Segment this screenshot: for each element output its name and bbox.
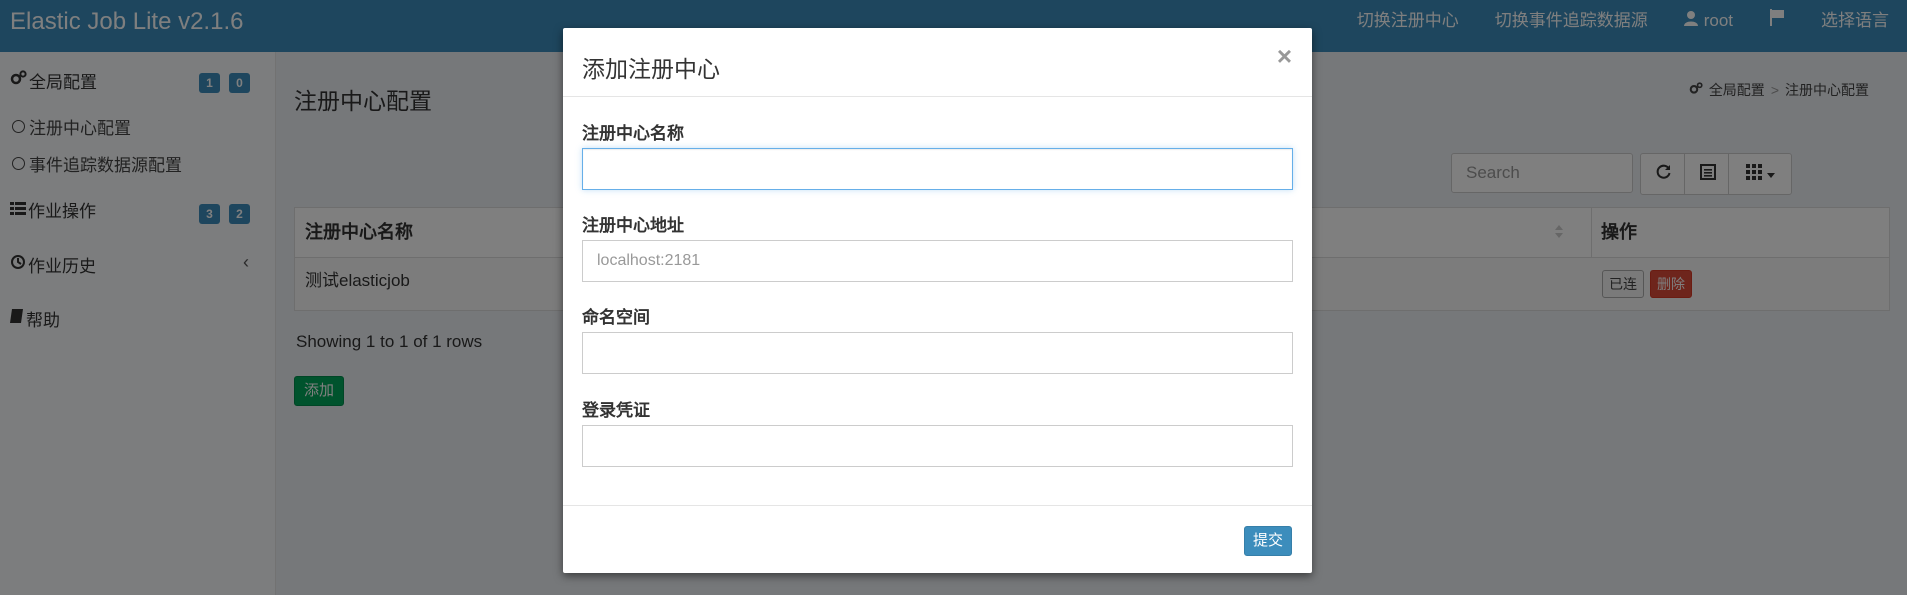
field-label-address: 注册中心地址 [582, 216, 684, 235]
close-icon[interactable]: × [1277, 41, 1292, 72]
reg-center-name-input[interactable] [582, 148, 1293, 190]
field-label-namespace: 命名空间 [582, 308, 650, 327]
modal-header: 添加注册中心 × [563, 28, 1312, 97]
namespace-input[interactable] [582, 332, 1293, 374]
reg-center-address-input[interactable] [582, 240, 1293, 282]
credential-input[interactable] [582, 425, 1293, 467]
field-label-credential: 登录凭证 [582, 401, 650, 420]
add-reg-center-modal: 添加注册中心 × 注册中心名称 注册中心地址 命名空间 登录凭证 提交 [563, 28, 1312, 573]
modal-footer: 提交 [563, 505, 1312, 574]
field-label-name: 注册中心名称 [582, 124, 684, 143]
modal-title: 添加注册中心 [582, 56, 720, 82]
submit-button[interactable]: 提交 [1243, 526, 1292, 556]
